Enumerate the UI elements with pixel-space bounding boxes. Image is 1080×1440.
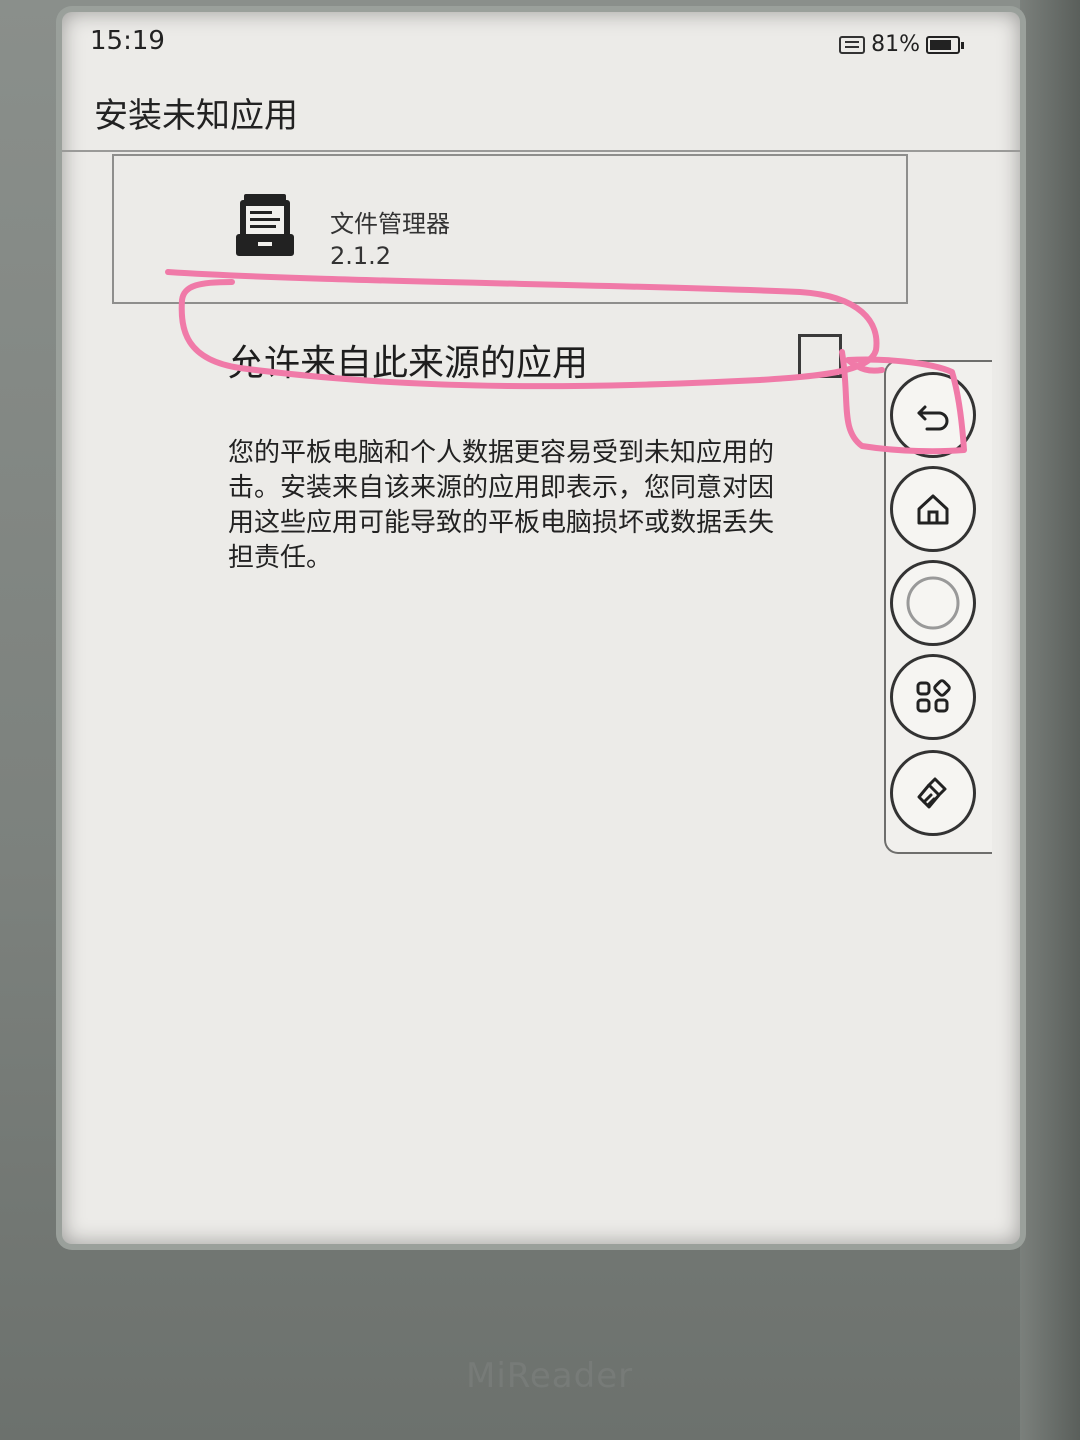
allow-unknown-sources-row[interactable]: 允许来自此来源的应用 [112,312,908,402]
page-title: 安装未知应用 [94,96,298,136]
clean-button[interactable] [890,750,976,836]
home-icon [917,494,949,525]
circle-icon [906,576,960,630]
device-brand-label: MiReader [466,1356,634,1396]
allow-unknown-sources-label: 允许来自此来源的应用 [228,343,589,384]
apps-button[interactable] [890,654,976,740]
app-name: 文件管理器 [330,210,450,238]
status-time: 15:19 [90,26,165,56]
app-version: 2.1.2 [330,242,392,270]
refresh-button[interactable] [890,560,976,646]
battery-fill [930,39,952,50]
floating-nav-bar [884,360,992,854]
back-icon [917,405,949,431]
status-indicators: 81% [839,32,964,57]
home-button[interactable] [890,466,976,552]
app-info-card: 文件管理器 2.1.2 [112,154,908,304]
clean-brush-icon [917,777,947,809]
device-edge [1020,0,1080,1440]
status-bar: 15:19 81% [62,12,1020,68]
apps-grid-icon [916,679,951,713]
battery-icon [926,35,964,54]
allow-unknown-sources-checkbox[interactable] [798,334,842,378]
file-manager-icon [236,194,294,256]
title-divider [62,150,1020,152]
message-icon [839,35,866,54]
security-warning-text: 您的平板电脑和个人数据更容易受到未知应用的 击。安装来自该来源的应用即表示，您同… [228,438,775,573]
battery-percentage: 81% [871,32,920,57]
back-button[interactable] [890,372,976,458]
screen: 15:19 81% 安装未知应用 文件管理器 2.1.2 允许来自此来源的应用 … [62,12,1020,1244]
